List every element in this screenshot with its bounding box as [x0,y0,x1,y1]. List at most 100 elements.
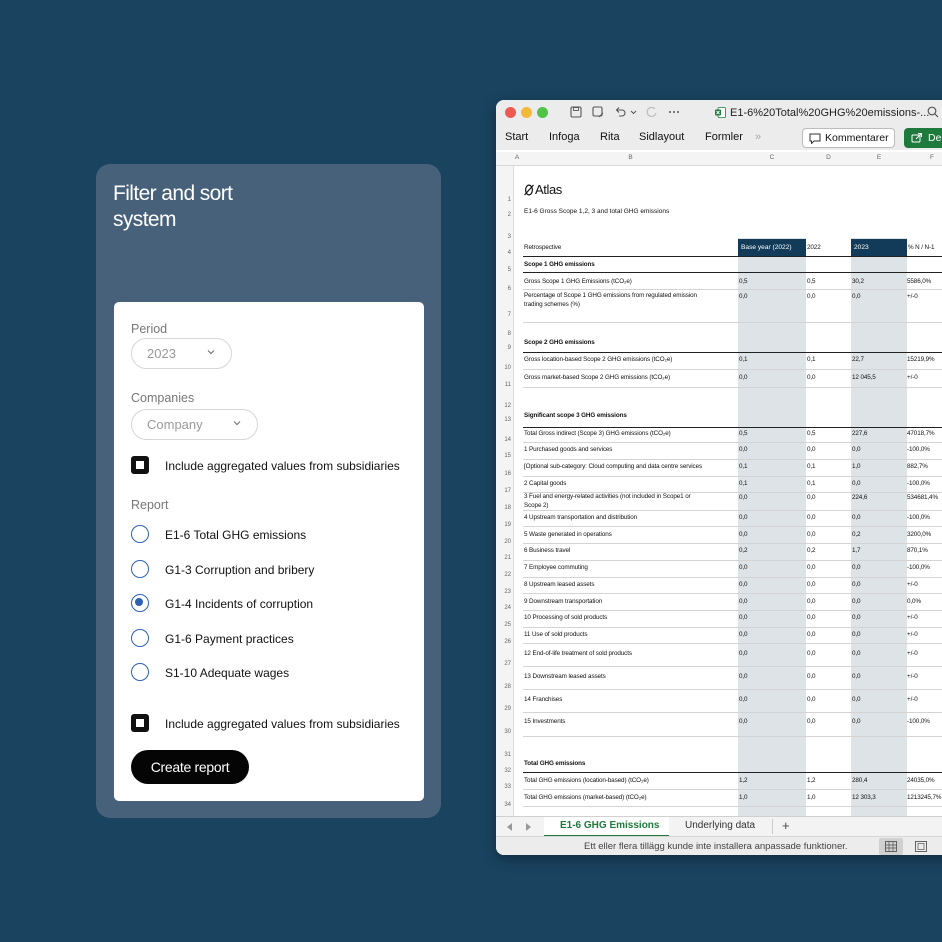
row-number[interactable]: 25 [496,622,511,628]
undo-icon[interactable] [614,106,627,118]
company-select[interactable]: Company [131,409,258,440]
row-label[interactable]: 5 Waste generated in operations [524,531,612,538]
cell-d[interactable]: 0,0 [807,598,816,605]
cell-e[interactable]: 22,7 [852,356,864,363]
row-label[interactable]: 7 Employee commuting [524,564,588,571]
row-number[interactable]: 10 [496,365,511,371]
cell-c[interactable]: 0,0 [739,514,748,521]
cell-d[interactable]: 0,5 [807,278,816,285]
cell-f[interactable]: +/-0 [907,631,918,638]
menu-rita[interactable]: Rita [600,131,620,143]
header-2022[interactable]: 2022 [807,244,821,251]
cell-e[interactable]: 1,7 [852,547,861,554]
cell-c[interactable]: 0,2 [739,547,748,554]
row-label[interactable]: 15 Investments [524,718,565,725]
row-number[interactable]: 32 [496,768,511,774]
row-label[interactable]: Scope 2 GHG emissions [524,339,595,346]
cell-e[interactable]: 0,0 [852,673,861,680]
row-label[interactable]: 9 Downstream transportation [524,598,602,605]
cell-c[interactable]: 0,1 [739,480,748,487]
cell-c[interactable]: 0,0 [739,581,748,588]
row-label[interactable]: 2 Capital goods [524,480,566,487]
header-2023[interactable]: 2023 [851,239,907,256]
cell-e[interactable]: 1,0 [852,463,861,470]
column-header[interactable]: C [738,154,806,161]
row-number[interactable]: 24 [496,605,511,611]
cell-d[interactable]: 0,0 [807,564,816,571]
row-label[interactable]: 1 Purchased goods and services [524,446,612,453]
cell-c[interactable]: 0,0 [739,650,748,657]
cell-d[interactable]: 1,0 [807,794,816,801]
cell-d[interactable]: 0,0 [807,650,816,657]
cell-e[interactable]: 0,0 [852,696,861,703]
cell-f[interactable]: -100,0% [907,446,930,453]
row-number[interactable]: 6 [496,286,511,292]
row-label[interactable]: Total GHG emissions (location-based) (tC… [524,777,649,784]
row-number[interactable]: 5 [496,267,511,273]
row-number[interactable]: 3 [496,234,511,240]
cell-c[interactable]: 0,0 [739,631,748,638]
row-label[interactable]: Gross market-based Scope 2 GHG emissions… [524,374,670,381]
period-select[interactable]: 2023 [131,338,232,369]
cell-f[interactable]: -100,0% [907,480,930,487]
column-header[interactable]: D [806,154,851,161]
column-header[interactable]: E [851,154,907,161]
row-label[interactable]: Scope 1 GHG emissions [524,261,595,268]
header-change[interactable]: % N / N-1 [908,244,935,251]
report-radio-e1-6[interactable] [131,525,149,543]
cell-e[interactable]: 227,6 [852,430,867,437]
cell-e[interactable]: 0,0 [852,598,861,605]
cell-f[interactable]: +/-0 [907,293,918,300]
cell-f[interactable]: +/-0 [907,374,918,381]
cell-e[interactable]: 0,0 [852,446,861,453]
cell-d[interactable]: 0,0 [807,614,816,621]
cell-d[interactable]: 0,0 [807,531,816,538]
tab-e1-6-ghg-emissions[interactable]: E1-6 GHG Emissions [544,817,669,837]
menu-sidlayout[interactable]: Sidlayout [639,131,684,143]
cell-d[interactable]: 0,0 [807,293,816,300]
row-number[interactable]: 13 [496,417,511,423]
cell-f[interactable]: +/-0 [907,614,918,621]
cell-f[interactable]: 47018,7% [907,430,935,437]
cell-d[interactable]: 0,2 [807,547,816,554]
cell-d[interactable]: 0,1 [807,356,816,363]
row-number[interactable]: 17 [496,488,511,494]
cell-e[interactable]: 0,2 [852,531,861,538]
row-label[interactable]: Total Gross indirect (Scope 3) GHG emiss… [524,430,671,437]
row-number[interactable]: 12 [496,403,511,409]
row-label-continued[interactable]: trading schemes (%) [524,301,580,308]
header-base-year[interactable]: Base year (2022) [738,239,806,256]
add-sheet-button[interactable]: + [782,818,790,833]
row-number[interactable]: 33 [496,784,511,790]
cell-f[interactable]: -100,0% [907,564,930,571]
row-label[interactable]: Gross location-based Scope 2 GHG emissio… [524,356,672,363]
cell-c[interactable]: 0,0 [739,446,748,453]
tab-underlying-data[interactable]: Underlying data [685,820,755,831]
save-icon[interactable] [570,106,582,118]
row-label[interactable]: Percentage of Scope 1 GHG emissions from… [524,292,697,299]
column-header[interactable]: A [512,154,522,161]
cell-d[interactable]: 1,2 [807,777,816,784]
report-radio-g1-3[interactable] [131,560,149,578]
cell-f[interactable]: 24035,0% [907,777,935,784]
cell-f[interactable]: 5586,0% [907,278,931,285]
normal-view-button[interactable] [879,838,903,855]
cell-f[interactable]: 534681,4% [907,494,938,501]
cell-d[interactable]: 0,0 [807,494,816,501]
row-number[interactable]: 29 [496,706,511,712]
more-icon[interactable] [668,110,680,114]
row-label-continued[interactable]: Scope 2) [524,502,549,509]
search-icon[interactable] [927,106,939,118]
row-label[interactable]: 10 Processing of sold products [524,614,607,621]
row-number[interactable]: 27 [496,661,511,667]
menu-start[interactable]: Start [505,131,528,143]
include-subsidiaries-checkbox-2[interactable] [131,714,149,732]
cell-c[interactable]: 0,0 [739,494,748,501]
header-label[interactable]: Retrospective [524,244,561,251]
cell-e[interactable]: 0,0 [852,564,861,571]
cell-c[interactable]: 0,0 [739,293,748,300]
row-label[interactable]: Significant scope 3 GHG emissions [524,412,627,419]
cell-c[interactable]: 0,0 [739,673,748,680]
cell-f[interactable]: +/-0 [907,673,918,680]
cell-c[interactable]: 1,2 [739,777,748,784]
